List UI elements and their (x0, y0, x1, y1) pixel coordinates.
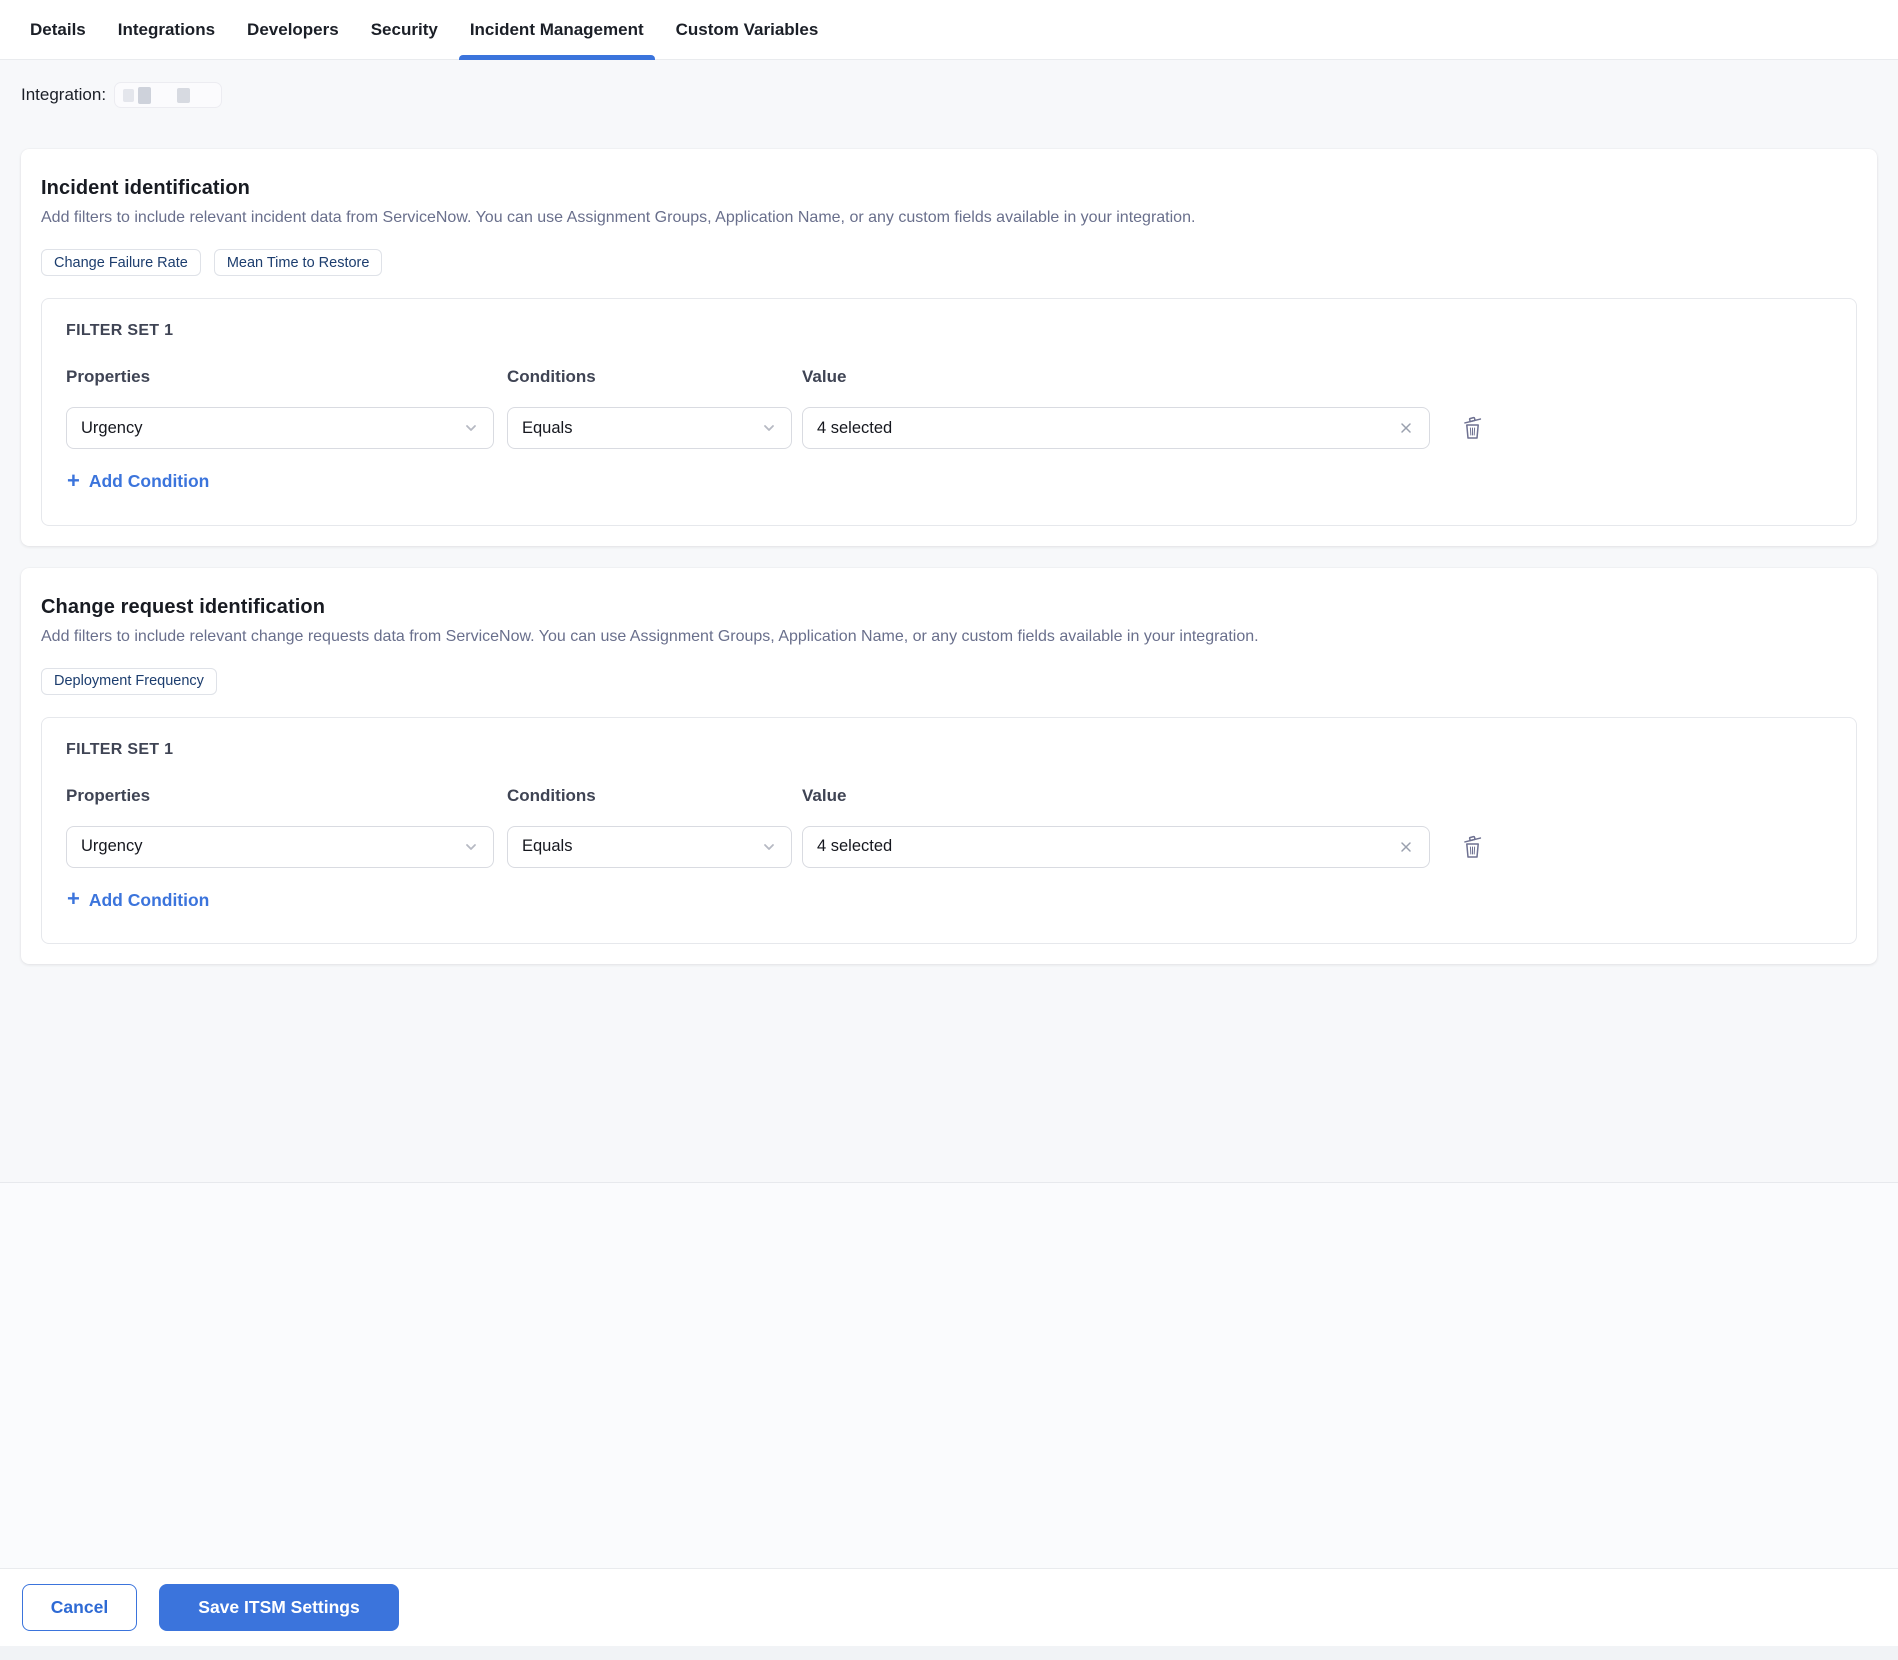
filter-column-labels: Properties Conditions Value (66, 367, 1832, 387)
chip-mean-time-to-restore[interactable]: Mean Time to Restore (213, 249, 383, 276)
condition-select[interactable]: Equals (507, 825, 792, 868)
tab-details[interactable]: Details (14, 0, 102, 59)
clear-selection-icon[interactable] (1397, 838, 1415, 856)
filter-set-title: FILTER SET 1 (66, 740, 174, 758)
property-select-value: Urgency (81, 837, 143, 855)
value-select-value: 4 selected (817, 837, 893, 855)
properties-column-label: Properties (66, 367, 151, 386)
tab-integrations[interactable]: Integrations (102, 0, 231, 59)
add-condition-label: Add Condition (88, 471, 210, 491)
trash-icon (1464, 835, 1482, 858)
bottom-strip (0, 1646, 1898, 1660)
card-description: Add filters to include relevant change r… (41, 627, 1259, 645)
delete-condition-button[interactable] (1461, 415, 1484, 441)
condition-select-value: Equals (522, 837, 573, 855)
filter-column-labels: Properties Conditions Value (66, 786, 1832, 806)
property-select[interactable]: Urgency (66, 825, 494, 868)
property-select[interactable]: Urgency (66, 407, 494, 449)
condition-select[interactable]: Equals (507, 407, 792, 449)
card-title: Incident identification (41, 177, 250, 199)
clear-selection-icon[interactable] (1397, 419, 1415, 437)
empty-area (0, 1183, 1898, 1568)
properties-column-label: Properties (66, 785, 151, 805)
add-condition-button[interactable]: + Add Condition (67, 886, 210, 911)
filter-condition-row: Urgency Equals 4 selected (66, 407, 1832, 449)
conditions-column-label: Conditions (507, 785, 596, 805)
conditions-column-label: Conditions (507, 367, 596, 386)
filter-set: FILTER SET 1 Properties Conditions Value… (41, 716, 1857, 944)
value-multiselect[interactable]: 4 selected (802, 407, 1430, 449)
metric-chips: Change Failure Rate Mean Time to Restore (41, 249, 1857, 276)
metric-chips: Deployment Frequency (41, 667, 1857, 695)
change-request-identification-card: Change request identification Add filter… (21, 567, 1877, 964)
integration-value-redacted (114, 82, 223, 108)
chevron-down-icon (761, 839, 777, 855)
incident-identification-card: Incident identification Add filters to i… (21, 149, 1877, 546)
cancel-button[interactable]: Cancel (22, 1584, 137, 1631)
action-footer: Cancel Save ITSM Settings (0, 1568, 1898, 1646)
add-condition-label: Add Condition (88, 889, 210, 910)
trash-icon (1464, 416, 1482, 439)
filter-set: FILTER SET 1 Properties Conditions Value… (41, 298, 1857, 526)
tab-incident-management[interactable]: Incident Management (454, 0, 660, 60)
plus-icon: + (67, 467, 80, 493)
chevron-down-icon (761, 420, 777, 436)
add-condition-button[interactable]: + Add Condition (67, 467, 210, 493)
tab-developers[interactable]: Developers (231, 0, 355, 59)
filter-condition-row: Urgency Equals 4 selected (66, 825, 1832, 868)
integration-row: Integration: (21, 82, 1877, 108)
value-multiselect[interactable]: 4 selected (802, 825, 1430, 868)
integration-label: Integration: (21, 85, 107, 104)
save-itsm-settings-button[interactable]: Save ITSM Settings (159, 1584, 399, 1631)
tab-custom-variables[interactable]: Custom Variables (660, 0, 835, 59)
filter-set-title: FILTER SET 1 (66, 322, 174, 339)
tab-bar: Details Integrations Developers Security… (0, 0, 1898, 60)
delete-condition-button[interactable] (1461, 834, 1484, 860)
chip-deployment-frequency[interactable]: Deployment Frequency (41, 667, 217, 695)
chevron-down-icon (463, 420, 479, 436)
chip-change-failure-rate[interactable]: Change Failure Rate (41, 249, 201, 276)
card-title: Change request identification (41, 595, 326, 618)
plus-icon: + (67, 886, 80, 911)
value-column-label: Value (802, 785, 847, 805)
condition-select-value: Equals (522, 418, 573, 437)
property-select-value: Urgency (81, 418, 143, 437)
tab-security[interactable]: Security (355, 0, 454, 59)
chevron-down-icon (463, 839, 479, 855)
value-select-value: 4 selected (817, 418, 893, 437)
tab-content-panel: Integration: Incident identification Add… (0, 60, 1898, 1183)
value-column-label: Value (802, 367, 847, 386)
card-description: Add filters to include relevant incident… (41, 209, 1196, 226)
